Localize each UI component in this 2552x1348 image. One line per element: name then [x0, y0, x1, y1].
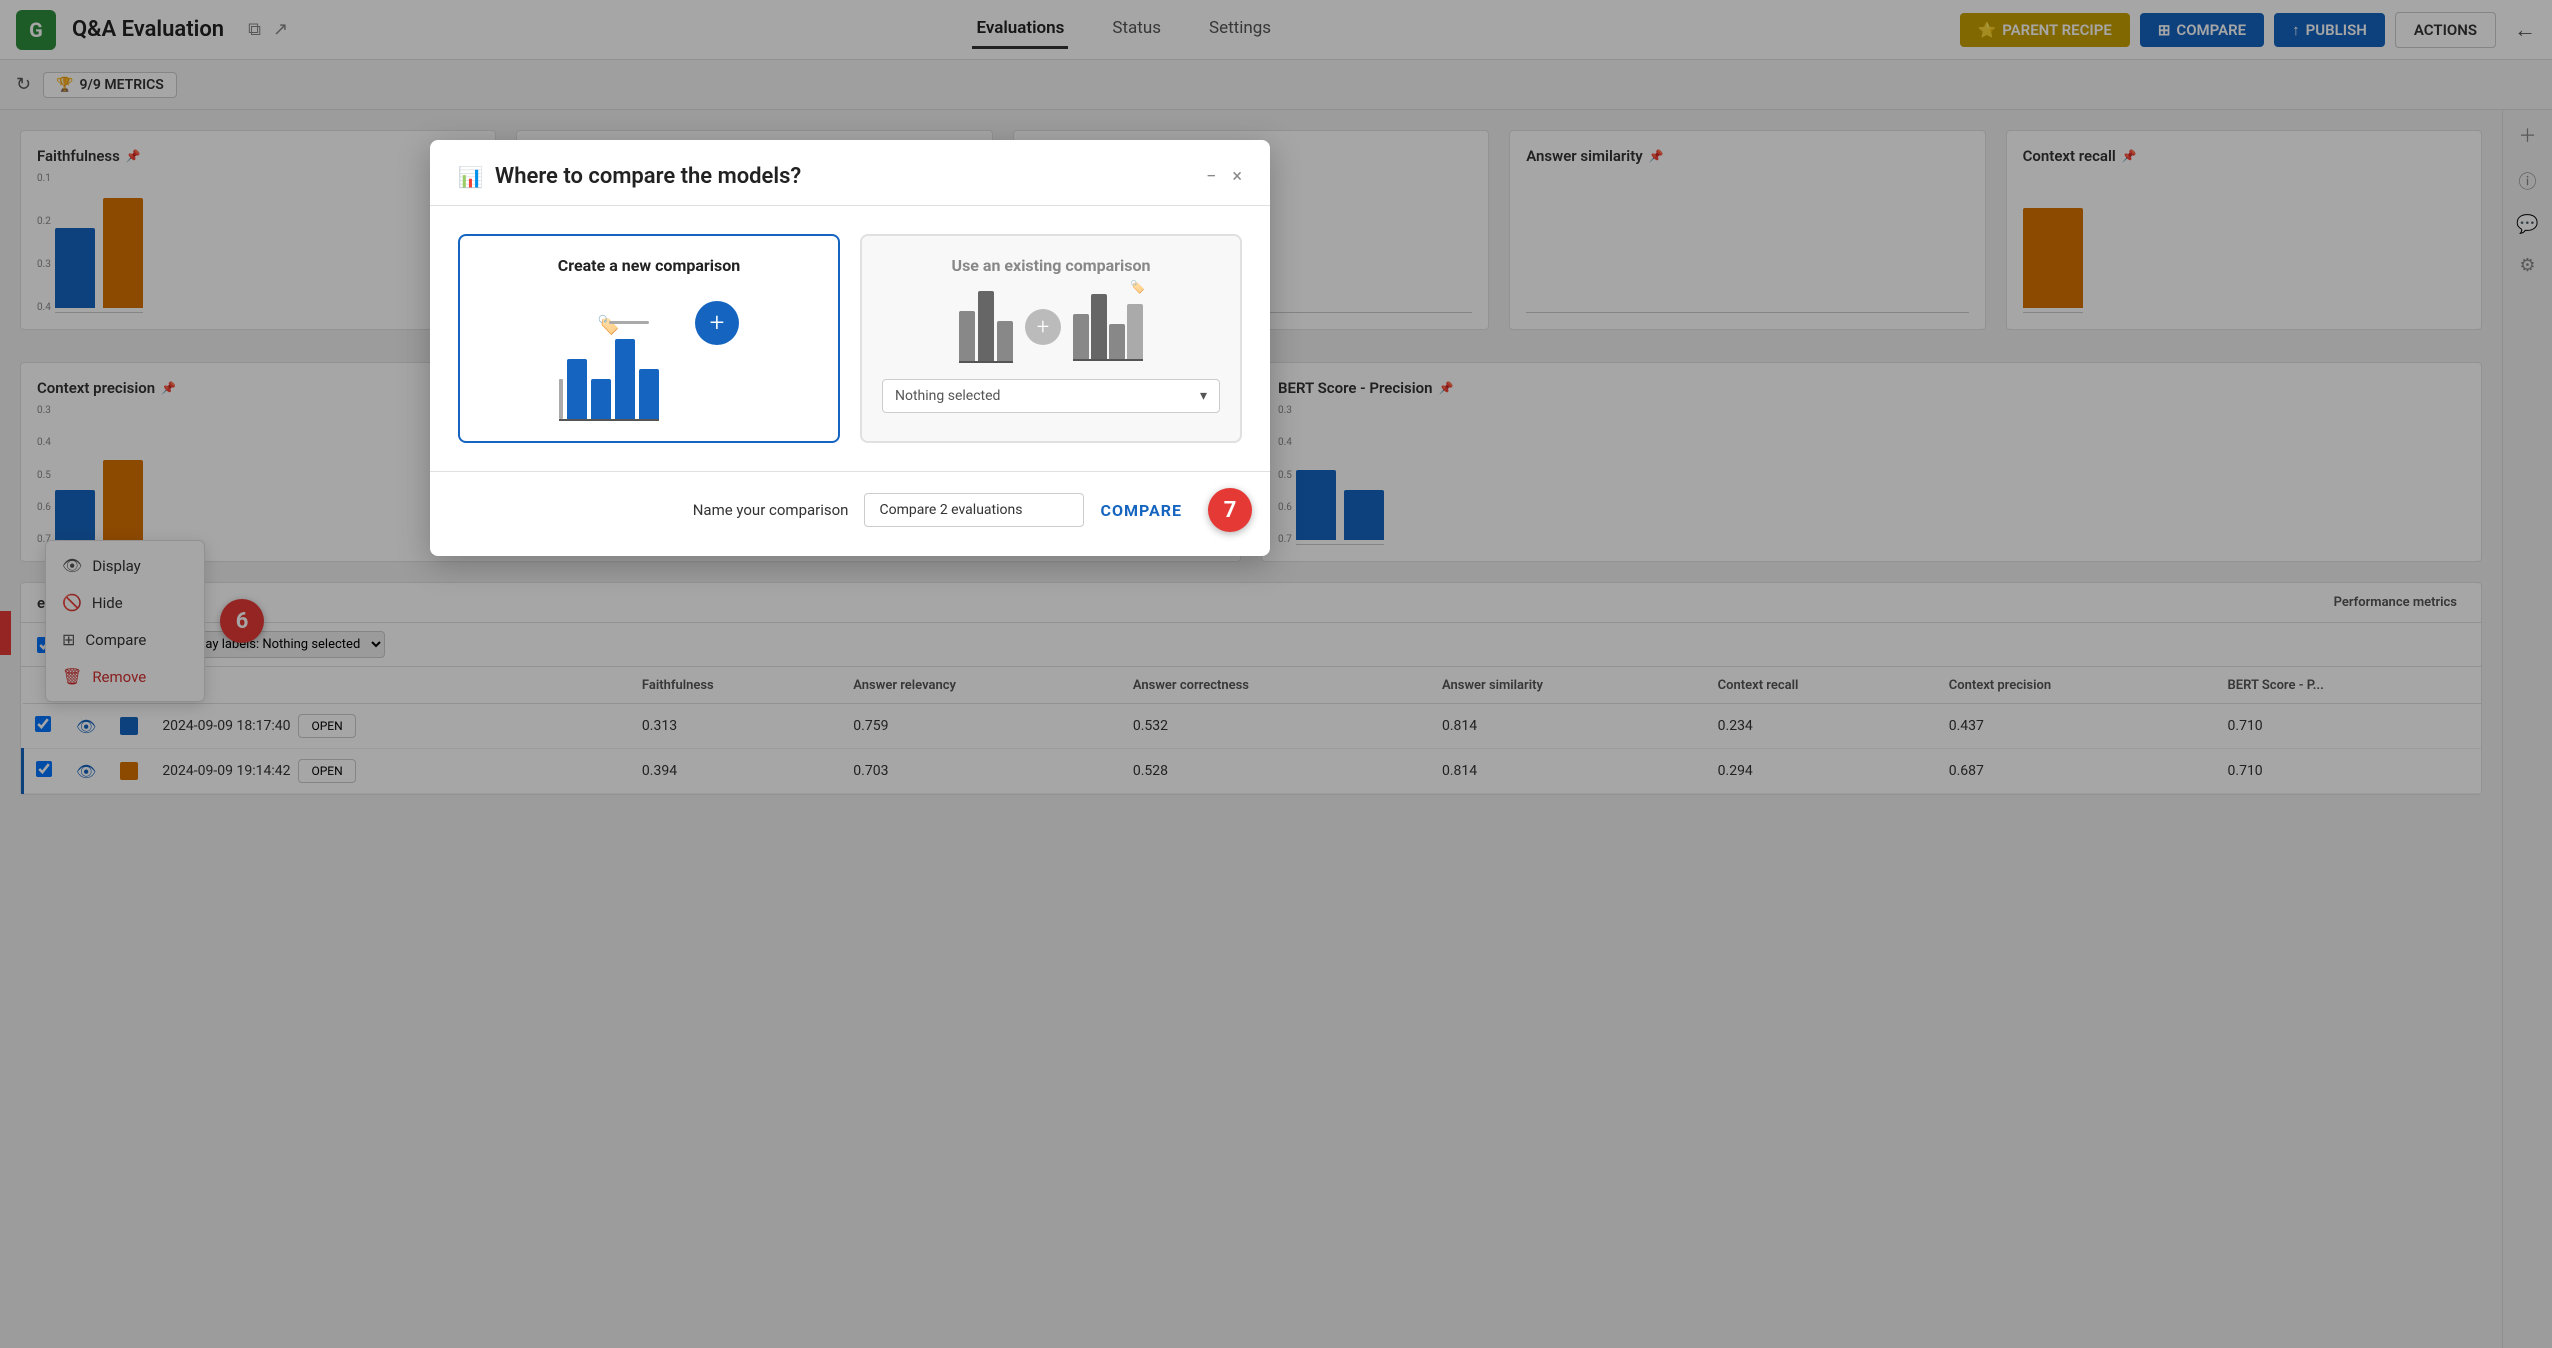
plus-circle-icon: + [695, 301, 739, 345]
existing-comparison-dropdown[interactable]: Nothing selected ▾ [882, 379, 1220, 413]
existing-left-chart [959, 291, 1013, 363]
modal-minimize-button[interactable]: − [1206, 166, 1216, 187]
existing-right-chart: 🏷️ [1073, 294, 1143, 361]
modal-option-new-illustration: 🏷️ + [549, 291, 749, 421]
modal-option-new-title: Create a new comparison [558, 256, 740, 275]
modal-overlay [0, 0, 2552, 1348]
compare-name-label: Name your comparison [693, 501, 849, 519]
modal-body: Create a new comparison 🏷️ + [430, 206, 1270, 471]
modal-compare-button[interactable]: COMPARE [1100, 501, 1182, 520]
modal-header: 📊 Where to compare the models? − × [430, 140, 1270, 206]
plus-circle-2-icon: + [1025, 309, 1061, 345]
modal-close-button[interactable]: × [1232, 166, 1242, 187]
modal-option-new[interactable]: Create a new comparison 🏷️ + [458, 234, 840, 443]
modal-close-area: − × [1206, 166, 1242, 187]
dropdown-arrow-icon: ▾ [1200, 388, 1207, 404]
modal-title: Where to compare the models? [495, 164, 801, 189]
step-7-badge: 7 [1208, 488, 1252, 532]
modal-footer: Name your comparison COMPARE 7 [430, 471, 1270, 556]
compare-name-input[interactable] [864, 493, 1084, 527]
compare-modal: 📊 Where to compare the models? − × Creat… [430, 140, 1270, 556]
modal-option-existing-illustration: + 🏷️ [959, 291, 1143, 363]
modal-chart-icon: 📊 [458, 165, 483, 189]
modal-option-existing[interactable]: Use an existing comparison + [860, 234, 1242, 443]
modal-option-existing-title: Use an existing comparison [952, 256, 1151, 275]
